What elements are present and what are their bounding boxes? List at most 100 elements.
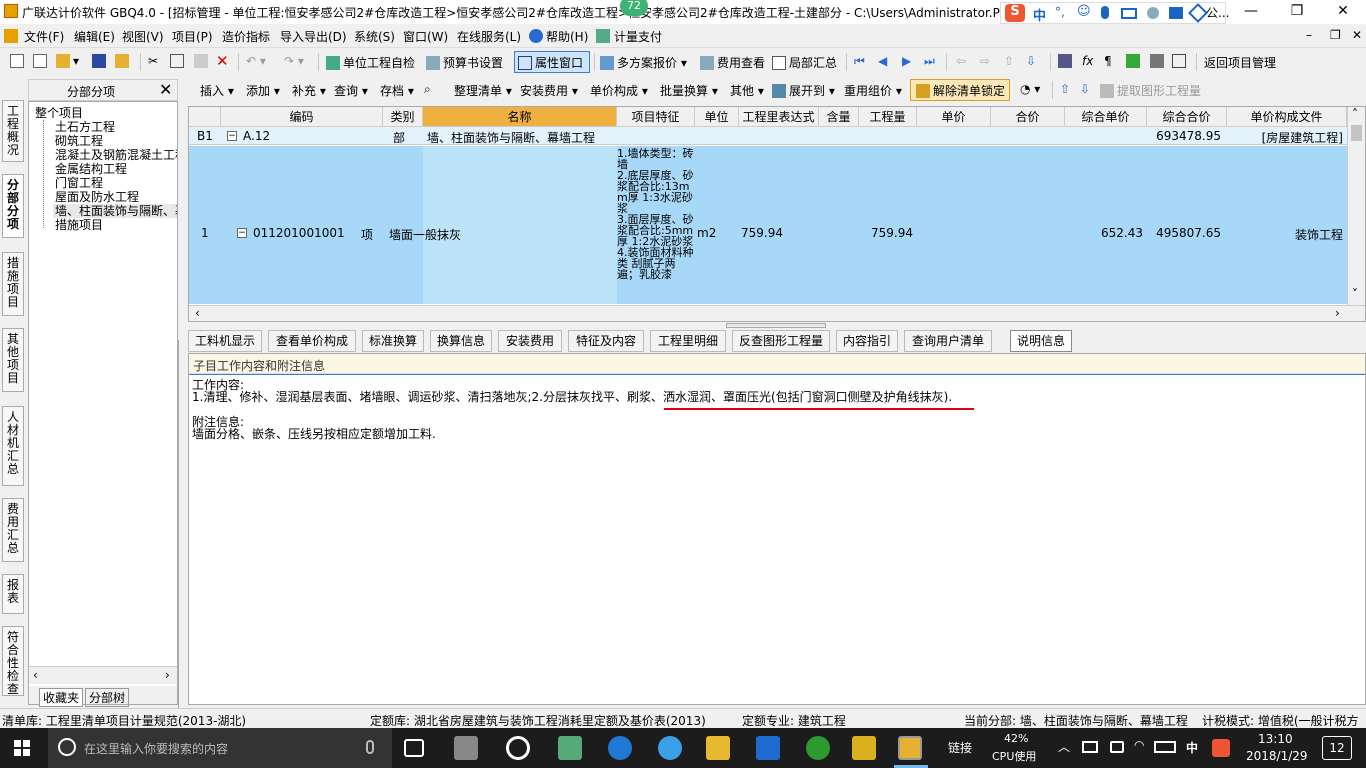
tab-overview[interactable]: 工程概况 xyxy=(2,100,24,162)
extract-graphic-button[interactable]: 提取图形工程量 xyxy=(1100,82,1201,99)
tree-item[interactable]: 土石方工程 xyxy=(55,120,115,134)
prev-icon[interactable]: ◀ xyxy=(878,54,887,68)
menu-edit[interactable]: 编辑(E) xyxy=(74,28,115,45)
tab-reports[interactable]: 报表 xyxy=(2,574,24,614)
tree-item-selected[interactable]: 墙、柱面装饰与隔断、幕 xyxy=(53,204,177,218)
keyboard-icon[interactable] xyxy=(1154,741,1176,753)
arrow-down-icon[interactable]: ⇩ xyxy=(1026,54,1036,68)
menu-system[interactable]: 系统(S) xyxy=(354,28,395,45)
panel-text[interactable]: 工作内容: 1.清理、修补、湿润基层表面、堵墙眼、调运砂浆、清扫落地灰;2.分层… xyxy=(189,376,1365,704)
link-label[interactable]: 链接 xyxy=(948,739,972,756)
collapse-icon[interactable]: − xyxy=(237,228,247,238)
minimize-button[interactable]: — xyxy=(1228,0,1274,24)
tab-material[interactable]: 工料机显示 xyxy=(188,330,262,352)
scroll-thumb[interactable] xyxy=(1351,125,1362,141)
tree-hscrollbar[interactable]: ‹ › xyxy=(29,666,177,684)
scroll-right-icon[interactable]: › xyxy=(1335,306,1340,320)
add-menu[interactable]: 添加 ▾ xyxy=(246,82,280,99)
delete-icon[interactable]: ✕ xyxy=(216,52,229,70)
property-window-button[interactable]: 属性窗口 xyxy=(518,54,583,71)
tab-content-guide[interactable]: 内容指引 xyxy=(836,330,898,352)
tab-graphic-quantity[interactable]: 反查图形工程量 xyxy=(732,330,830,352)
task-view-icon[interactable] xyxy=(404,739,424,757)
install-fee-menu[interactable]: 安装费用 ▾ xyxy=(520,82,578,99)
cut-icon[interactable]: ✂ xyxy=(148,54,158,68)
col-header[interactable]: 项目特征 xyxy=(617,107,695,127)
col-header[interactable]: 合价 xyxy=(991,107,1065,127)
col-header[interactable]: 单位 xyxy=(695,107,739,127)
tab-sections[interactable]: 分部分项 xyxy=(2,174,24,238)
tree-item[interactable]: 砌筑工程 xyxy=(55,134,103,148)
new-icon[interactable] xyxy=(10,54,27,68)
ie-old-icon[interactable] xyxy=(506,736,530,760)
tray-chevron-icon[interactable]: ︿ xyxy=(1058,738,1070,755)
menu-payment[interactable]: 计量支付 xyxy=(614,28,662,45)
move-up-icon[interactable]: ⇧ xyxy=(1060,82,1070,96)
ie-icon[interactable] xyxy=(658,736,682,760)
formula-icon[interactable]: fx xyxy=(1082,54,1093,68)
tab-install-fee[interactable]: 安装费用 xyxy=(498,330,562,352)
tree-item[interactable]: 混凝土及钢筋混凝土工程 xyxy=(55,148,177,162)
clock-time[interactable]: 13:10 xyxy=(1258,732,1293,746)
open-icon[interactable]: ▾ xyxy=(56,54,79,68)
tab-convert-info[interactable]: 换算信息 xyxy=(430,330,492,352)
tab-user-list[interactable]: 查询用户清单 xyxy=(904,330,992,352)
tree-item[interactable]: 门窗工程 xyxy=(55,176,103,190)
tab-fee-summary[interactable]: 费用汇总 xyxy=(2,498,24,562)
help-app-icon[interactable] xyxy=(852,736,876,760)
insert-menu[interactable]: 插入 ▾ xyxy=(200,82,234,99)
mic-icon[interactable] xyxy=(366,740,374,754)
app-fan-icon[interactable] xyxy=(454,736,478,760)
scroll-left-icon[interactable]: ‹ xyxy=(33,668,38,682)
mdi-restore[interactable]: ❐ xyxy=(1330,28,1341,42)
tab-unit-composition[interactable]: 查看单价构成 xyxy=(268,330,356,352)
tab-feature-content[interactable]: 特征及内容 xyxy=(568,330,644,352)
expand-menu[interactable]: 展开到 ▾ xyxy=(772,82,835,99)
wifi-icon[interactable]: ◠ xyxy=(1134,738,1144,752)
ime-emoji-icon[interactable]: ☺ xyxy=(1077,4,1091,19)
last-icon[interactable]: ⏭ xyxy=(924,54,935,69)
back-project-button[interactable]: 返回项目管理 xyxy=(1204,54,1276,71)
search-box[interactable]: 在这里输入你要搜索的内容 xyxy=(48,728,392,768)
unit-price-menu[interactable]: 单价构成 ▾ xyxy=(590,82,648,99)
notification-center[interactable]: 12 xyxy=(1322,736,1352,760)
layer-icon[interactable] xyxy=(1150,54,1167,68)
organize-menu[interactable]: 整理清单 ▾ xyxy=(454,82,512,99)
scroll-down-icon[interactable]: ˅ xyxy=(1352,287,1358,301)
ime-punct[interactable]: °, xyxy=(1055,5,1065,19)
col-header[interactable]: 工程里表达式 xyxy=(739,107,819,127)
start-button[interactable] xyxy=(14,740,30,756)
table-row-selected[interactable] xyxy=(189,146,1347,304)
tab-section-tree[interactable]: 分部树 xyxy=(85,688,130,707)
col-header[interactable]: 工程量 xyxy=(859,107,917,127)
calculator-icon[interactable] xyxy=(1058,54,1075,68)
ime-lang[interactable]: 中 xyxy=(1033,5,1046,24)
tray-app-icon[interactable] xyxy=(1082,741,1098,753)
ime-mic-icon[interactable] xyxy=(1101,6,1109,19)
local-summary-checkbox[interactable]: 局部汇总 xyxy=(772,54,837,71)
mdi-close[interactable]: ✕ xyxy=(1352,28,1362,42)
col-header-name[interactable]: 名称 xyxy=(423,107,617,127)
save-icon[interactable] xyxy=(92,54,109,68)
arrow-right-icon[interactable]: ⇨ xyxy=(980,54,990,68)
ime-tools-icon[interactable] xyxy=(1188,3,1208,23)
undo-icon[interactable]: ↶ ▾ xyxy=(246,54,266,68)
restore-button[interactable]: ❐ xyxy=(1274,0,1320,24)
panel-splitter[interactable] xyxy=(178,340,186,710)
budget-settings-button[interactable]: 预算书设置 xyxy=(426,54,503,71)
next-icon[interactable]: ▶ xyxy=(902,54,911,68)
doc-list-icon[interactable] xyxy=(1172,54,1189,68)
tree-item[interactable]: 金属结构工程 xyxy=(55,162,127,176)
menu-online[interactable]: 在线服务(L) xyxy=(457,28,521,45)
col-header[interactable]: 单价 xyxy=(917,107,991,127)
tab-favorites[interactable]: 收藏夹 xyxy=(39,688,84,707)
tree-close-icon[interactable]: ✕ xyxy=(159,80,172,99)
scroll-up-icon[interactable]: ˄ xyxy=(1352,107,1358,121)
fee-view-button[interactable]: 费用查看 xyxy=(700,54,765,71)
col-header[interactable]: 含量 xyxy=(819,107,859,127)
menu-cost-index[interactable]: 造价指标 xyxy=(222,28,270,45)
ime-skin-icon[interactable] xyxy=(1169,7,1183,19)
col-header[interactable]: 单价构成文件 xyxy=(1227,107,1347,127)
new-project-icon[interactable] xyxy=(33,54,50,68)
grid-vscrollbar[interactable]: ˄ ˅ xyxy=(1347,107,1365,305)
